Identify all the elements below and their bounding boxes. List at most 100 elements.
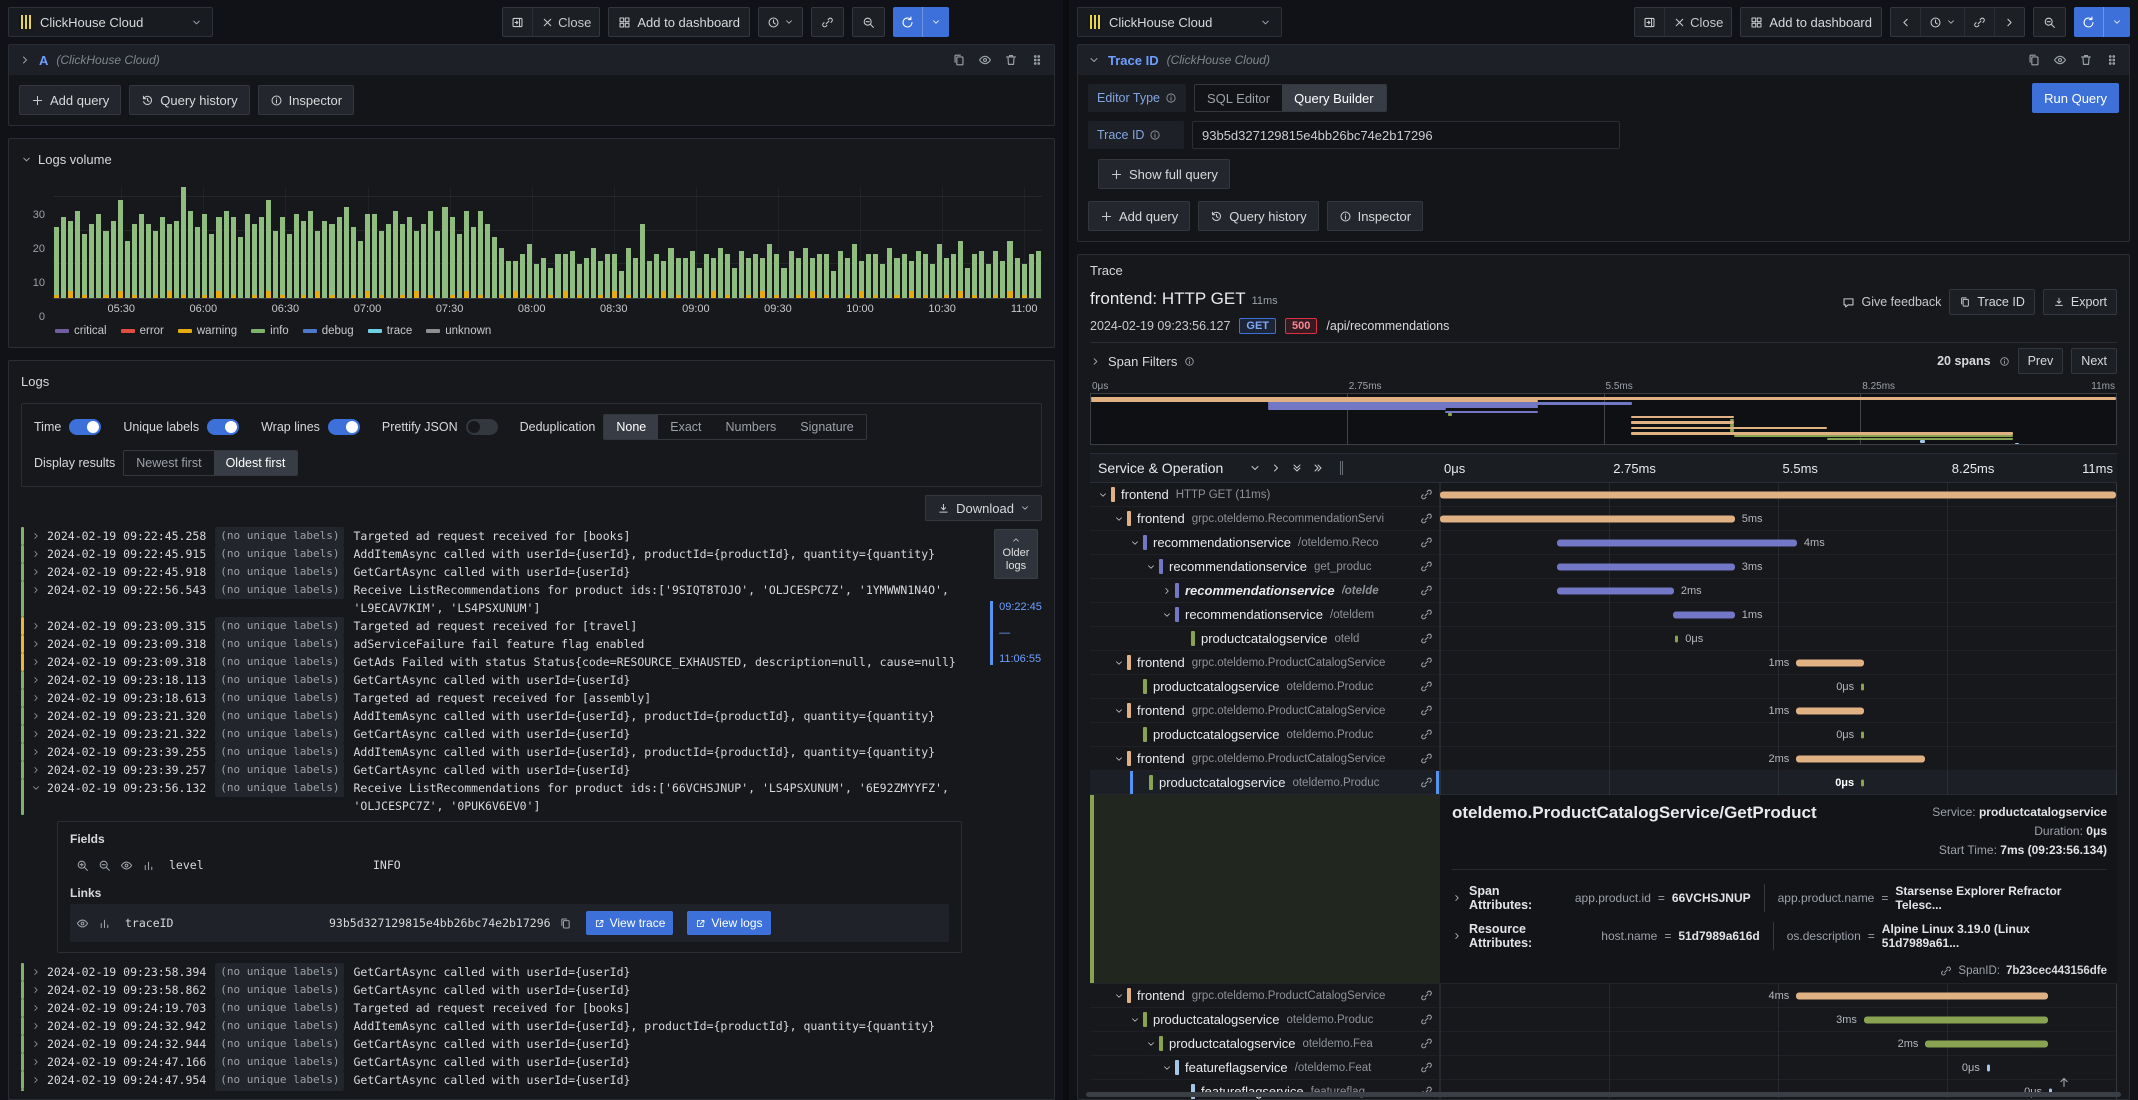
span-duration-bar[interactable]	[1675, 635, 1679, 642]
narrow-pane-button[interactable]	[1635, 8, 1664, 36]
volume-bar[interactable]	[159, 187, 165, 298]
span-duration-bar[interactable]	[1796, 992, 2049, 999]
span-duration-bar[interactable]	[1440, 515, 1735, 522]
datasource-picker[interactable]: ClickHouse Cloud	[8, 7, 213, 37]
expand-one-icon[interactable]	[1270, 462, 1282, 474]
volume-bar[interactable]	[682, 187, 688, 298]
volume-bar[interactable]	[873, 187, 879, 298]
volume-bar[interactable]	[965, 187, 971, 298]
wrap-lines-toggle[interactable]	[327, 419, 360, 435]
time-picker-button[interactable]	[759, 8, 802, 36]
volume-bar[interactable]	[520, 187, 526, 298]
refresh-interval-dropdown[interactable]	[2103, 7, 2130, 37]
volume-bar[interactable]	[675, 187, 681, 298]
trace-minimap[interactable]: 0μs 2.75ms 5.5ms 8.25ms 11ms	[1090, 379, 2117, 445]
volume-bar[interactable]	[223, 187, 229, 298]
volume-bar[interactable]	[301, 187, 307, 298]
volume-bar[interactable]	[915, 187, 921, 298]
volume-bar[interactable]	[555, 187, 561, 298]
span-link-icon[interactable]	[1420, 584, 1433, 597]
legend-item-critical[interactable]: critical	[55, 325, 107, 337]
volume-bar[interactable]	[378, 187, 384, 298]
volume-bar[interactable]	[152, 187, 158, 298]
volume-bar[interactable]	[767, 187, 773, 298]
legend-item-info[interactable]: info	[251, 325, 289, 337]
chevron-down-icon[interactable]	[1114, 991, 1124, 1001]
chevron-right-icon[interactable]	[31, 693, 41, 703]
volume-bar[interactable]	[936, 187, 942, 298]
logs-volume-header[interactable]: Logs volume	[21, 147, 1042, 171]
chevron-right-icon[interactable]	[31, 967, 41, 977]
refresh-interval-dropdown[interactable]	[922, 7, 949, 37]
span-duration-bar[interactable]	[1861, 683, 1865, 690]
volume-bar[interactable]	[329, 187, 335, 298]
span-row[interactable]: productcatalogservice oteld 0μs	[1090, 627, 2117, 651]
refresh-button[interactable]	[2074, 7, 2103, 37]
volume-bar[interactable]	[781, 187, 787, 298]
add-query-button[interactable]: Add query	[1088, 201, 1191, 231]
volume-bar[interactable]	[590, 187, 596, 298]
span-row[interactable]: productcatalogservice oteldemo.Fea 2ms	[1090, 1032, 2117, 1056]
volume-bar[interactable]	[456, 187, 462, 298]
volume-bar[interactable]	[463, 187, 469, 298]
volume-bar[interactable]	[174, 187, 180, 298]
volume-bar[interactable]	[746, 187, 752, 298]
volume-bar[interactable]	[449, 187, 455, 298]
span-row[interactable]: frontend grpc.oteldemo.ProductCatalogServ…	[1090, 651, 2117, 675]
time-forward-button[interactable]	[1994, 8, 2024, 36]
chevron-down-icon[interactable]	[1114, 754, 1124, 764]
volume-bar[interactable]	[110, 187, 116, 298]
volume-bar[interactable]	[668, 187, 674, 298]
datasource-picker[interactable]: ClickHouse Cloud	[1077, 7, 1282, 37]
chevron-right-icon[interactable]	[31, 585, 41, 595]
column-resize-handle[interactable]	[1340, 461, 1344, 475]
span-duration-bar[interactable]	[1863, 1016, 2049, 1023]
span-duration-bar[interactable]	[1556, 539, 1797, 546]
span-row[interactable]: frontend grpc.oteldemo.RecommendationServ…	[1090, 507, 2117, 531]
chevron-down-icon[interactable]	[1098, 490, 1108, 500]
give-feedback-button[interactable]: Give feedback	[1842, 295, 1941, 309]
volume-bar[interactable]	[753, 187, 759, 298]
volume-bar[interactable]	[894, 187, 900, 298]
chevron-right-icon[interactable]	[31, 531, 41, 541]
volume-bar[interactable]	[513, 187, 519, 298]
log-row[interactable]: 2024-02-19 09:23:09.315 (no unique labels…	[21, 617, 990, 635]
prettify-json-toggle[interactable]	[465, 419, 498, 435]
hide-response-icon[interactable]	[978, 53, 992, 67]
volume-bar[interactable]	[61, 187, 67, 298]
remove-query-icon[interactable]	[1004, 53, 1018, 67]
volume-bar[interactable]	[336, 187, 342, 298]
next-span-button[interactable]: Next	[2071, 348, 2117, 374]
add-to-dashboard-button[interactable]: Add to dashboard	[1740, 7, 1882, 37]
volume-bar[interactable]	[760, 187, 766, 298]
remove-query-icon[interactable]	[2079, 53, 2093, 67]
chevron-right-icon[interactable]	[31, 1039, 41, 1049]
volume-bar[interactable]	[506, 187, 512, 298]
log-row[interactable]: 2024-02-19 09:23:18.113 (no unique labels…	[21, 671, 990, 689]
chevron-right-icon[interactable]	[1090, 356, 1101, 367]
volume-bar[interactable]	[569, 187, 575, 298]
download-button[interactable]: Download	[925, 495, 1042, 521]
span-duration-bar[interactable]	[1861, 779, 1865, 786]
copy-icon[interactable]	[559, 917, 572, 930]
log-row[interactable]: 2024-02-19 09:23:58.862 (no unique labels…	[21, 981, 990, 999]
volume-bar[interactable]	[654, 187, 660, 298]
volume-bar[interactable]	[364, 187, 370, 298]
older-logs-button[interactable]: Older logs	[994, 529, 1038, 579]
drag-handle-icon[interactable]	[2105, 53, 2119, 67]
volume-bar[interactable]	[89, 187, 95, 298]
volume-bar[interactable]	[1007, 187, 1013, 298]
volume-bar[interactable]	[294, 187, 300, 298]
volume-bar[interactable]	[131, 187, 137, 298]
legend-item-debug[interactable]: debug	[302, 325, 354, 337]
chevron-right-icon[interactable]	[1162, 586, 1172, 596]
run-query-button[interactable]: Run Query	[2032, 83, 2119, 113]
span-row[interactable]: frontend grpc.oteldemo.ProductCatalogServ…	[1090, 699, 2117, 723]
query-ref-id[interactable]: Trace ID	[1108, 53, 1159, 68]
volume-bar[interactable]	[823, 187, 829, 298]
volume-bar[interactable]	[887, 187, 893, 298]
log-row[interactable]: 2024-02-19 09:22:45.918 (no unique labels…	[21, 563, 990, 581]
prev-span-button[interactable]: Prev	[2017, 348, 2064, 374]
volume-bar[interactable]	[1028, 187, 1034, 298]
trace-id-input[interactable]: 93b5d327129815e4bb26bc74e2b17296	[1192, 121, 1620, 149]
